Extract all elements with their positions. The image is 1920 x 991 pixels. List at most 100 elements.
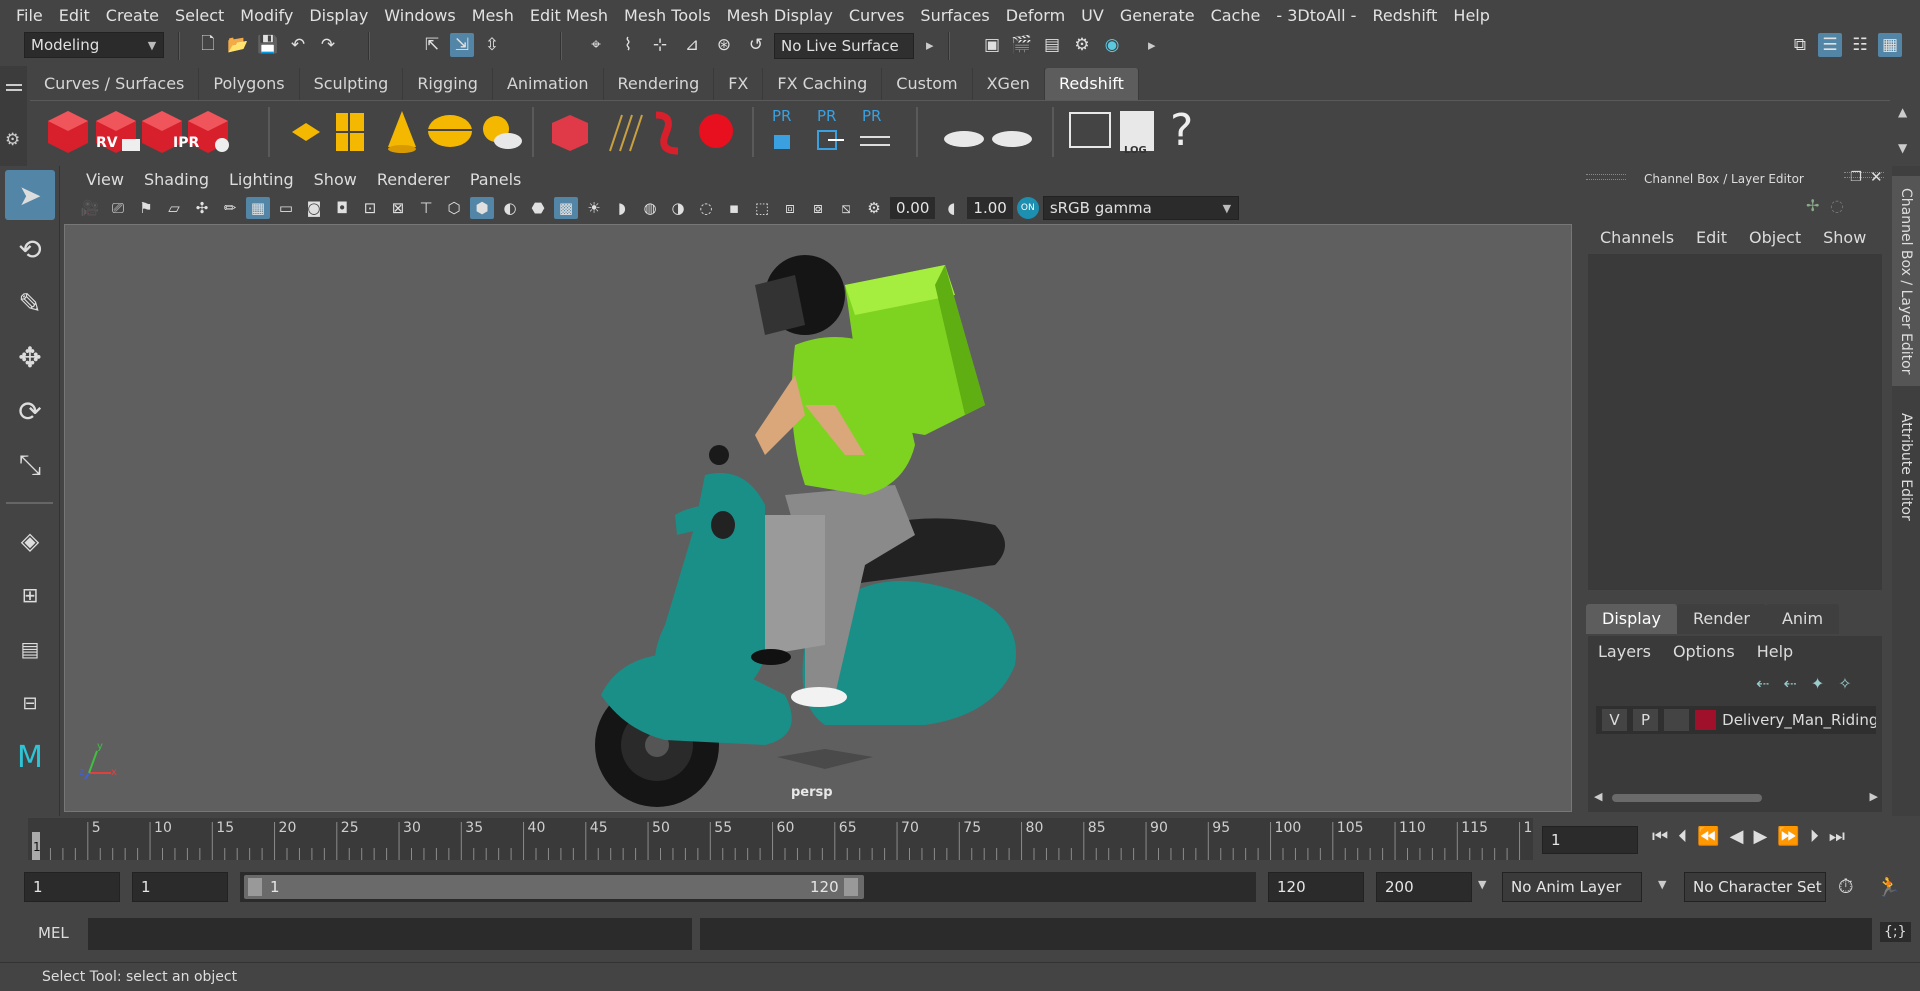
four-view-layout-icon[interactable]: ⊞ bbox=[5, 570, 55, 620]
gate-mask-icon[interactable]: ◘ bbox=[330, 197, 354, 219]
range-slider-track[interactable]: 1 120 bbox=[240, 872, 1256, 902]
depth-of-field-icon[interactable]: ▪ bbox=[722, 197, 746, 219]
tab-polygons[interactable]: Polygons bbox=[199, 68, 300, 100]
current-frame-field[interactable]: 1 bbox=[1542, 826, 1638, 854]
layer-scrollbar[interactable]: ◀ ▶ bbox=[1594, 790, 1878, 806]
animation-start-field[interactable]: 1 bbox=[24, 872, 120, 902]
menu-edit[interactable]: Edit bbox=[51, 6, 98, 25]
use-all-lights-icon[interactable]: ☀ bbox=[582, 197, 606, 219]
toggle-tool-settings-icon[interactable]: ☷ bbox=[1848, 33, 1872, 57]
tab-fx[interactable]: FX bbox=[714, 68, 764, 100]
shelf-menu-icon[interactable] bbox=[6, 84, 22, 86]
help-icon[interactable]: ? bbox=[1170, 103, 1193, 159]
snap-grid-icon[interactable]: ⌖ bbox=[584, 33, 608, 57]
perspective-viewport[interactable]: persp x y z bbox=[64, 224, 1572, 812]
gamma-icon[interactable]: ◖ bbox=[939, 197, 963, 219]
make-live-icon[interactable]: ↺ bbox=[744, 33, 768, 57]
tab-xgen[interactable]: XGen bbox=[973, 68, 1045, 100]
time-slider[interactable]: 5 10 15 20 25 30 35 40 45 50 55 60 65 70 75 80 85 90 95 100… bbox=[28, 818, 1533, 860]
layer-menu-help[interactable]: Help bbox=[1757, 642, 1793, 661]
select-object-icon[interactable]: ⇲ bbox=[450, 33, 474, 57]
menu-display[interactable]: Display bbox=[301, 6, 376, 25]
smooth-shade-icon[interactable]: ⬢ bbox=[470, 197, 494, 219]
go-to-end-icon[interactable]: ⏭ bbox=[1829, 826, 1845, 847]
viewport-menu-show[interactable]: Show bbox=[304, 170, 367, 189]
gamma-field[interactable]: 1.00 bbox=[967, 197, 1013, 219]
collapse-arrow-icon[interactable]: ▸ bbox=[926, 36, 934, 54]
layer-tab-anim[interactable]: Anim bbox=[1765, 604, 1840, 634]
menu-file[interactable]: File bbox=[8, 6, 51, 25]
redshift-volume-icon[interactable] bbox=[655, 111, 679, 155]
tab-fx-caching[interactable]: FX Caching bbox=[763, 68, 883, 100]
channel-list[interactable] bbox=[1588, 254, 1882, 590]
render-settings-icon[interactable]: ⚙ bbox=[1070, 33, 1094, 57]
redshift-hair-icon[interactable] bbox=[609, 114, 643, 152]
redshift-script-icon[interactable] bbox=[1069, 112, 1111, 148]
collapse-arrow-icon[interactable]: ▸ bbox=[1148, 36, 1156, 54]
chevron-down-icon[interactable]: ▼ bbox=[1658, 878, 1666, 891]
manipulator-icon[interactable]: ✢ bbox=[1806, 196, 1819, 215]
snap-live-icon[interactable]: ⊛ bbox=[712, 33, 736, 57]
channel-box-menu-show[interactable]: Show bbox=[1823, 228, 1866, 247]
channel-box-menu-edit[interactable]: Edit bbox=[1696, 228, 1727, 247]
menu-edit-mesh[interactable]: Edit Mesh bbox=[522, 6, 616, 25]
snap-curve-icon[interactable]: ⌇ bbox=[616, 33, 640, 57]
channel-box-menu-channels[interactable]: Channels bbox=[1600, 228, 1674, 247]
animation-end-field[interactable]: 200 bbox=[1376, 872, 1472, 902]
shadows-icon[interactable]: ◗ bbox=[610, 197, 634, 219]
xray-icon[interactable]: ⧈ bbox=[778, 197, 802, 219]
move-layer-down-icon[interactable]: ⇠ bbox=[1783, 674, 1796, 693]
tab-rigging[interactable]: Rigging bbox=[403, 68, 493, 100]
redshift-material-icon[interactable] bbox=[699, 114, 733, 148]
save-scene-icon[interactable]: 💾 bbox=[256, 33, 280, 57]
float-panel-icon[interactable]: ❐ bbox=[1850, 170, 1862, 185]
chevron-down-icon[interactable]: ▼ bbox=[1478, 878, 1486, 891]
new-empty-layer-icon[interactable]: ✦ bbox=[1811, 674, 1824, 693]
tab-sculpting[interactable]: Sculpting bbox=[300, 68, 404, 100]
toggle-modeling-toolkit-icon[interactable]: ⧉ bbox=[1788, 33, 1812, 57]
toggle-channel-box-icon[interactable]: ▦ bbox=[1878, 33, 1902, 57]
scroll-left-icon[interactable]: ◀ bbox=[1594, 790, 1602, 803]
step-forward-key-icon[interactable]: ⏩ bbox=[1777, 826, 1799, 847]
redshift-pr-export-icon[interactable] bbox=[817, 130, 844, 150]
exposure-icon[interactable]: ⚙ bbox=[862, 197, 886, 219]
tab-custom[interactable]: Custom bbox=[882, 68, 973, 100]
snap-view-plane-icon[interactable]: ⊿ bbox=[680, 33, 704, 57]
range-slider-start-handle[interactable] bbox=[248, 878, 262, 896]
command-language-label[interactable]: MEL bbox=[38, 924, 69, 942]
menu-mesh-tools[interactable]: Mesh Tools bbox=[616, 6, 719, 25]
color-management-toggle[interactable]: ON bbox=[1016, 197, 1039, 219]
tab-redshift[interactable]: Redshift bbox=[1044, 68, 1139, 100]
redshift-proxy-icon[interactable] bbox=[552, 115, 588, 151]
step-back-key-icon[interactable]: ⏪ bbox=[1697, 826, 1719, 847]
layer-tab-display[interactable]: Display bbox=[1586, 604, 1677, 634]
xray-joints-icon[interactable]: ⧅ bbox=[834, 197, 858, 219]
layer-visibility-toggle[interactable]: V bbox=[1602, 709, 1627, 731]
menu-curves[interactable]: Curves bbox=[841, 6, 913, 25]
redshift-aov-manager-icon[interactable] bbox=[944, 131, 984, 147]
redshift-spot-light-icon[interactable] bbox=[388, 111, 416, 147]
menu-redshift[interactable]: Redshift bbox=[1364, 6, 1445, 25]
wireframe-icon[interactable]: ⬡ bbox=[442, 197, 466, 219]
redshift-material-manager-icon[interactable] bbox=[992, 131, 1032, 147]
new-scene-icon[interactable]: 🗋 bbox=[196, 33, 220, 57]
anim-layer-field[interactable]: No Anim Layer bbox=[1502, 872, 1642, 902]
go-to-start-icon[interactable]: ⏮ bbox=[1652, 826, 1668, 847]
tab-curves-surfaces[interactable]: Curves / Surfaces bbox=[30, 68, 200, 100]
camera-attributes-icon[interactable]: ⎚ bbox=[106, 197, 130, 219]
select-component-icon[interactable]: ⇳ bbox=[480, 33, 504, 57]
snap-point-icon[interactable]: ⊹ bbox=[648, 33, 672, 57]
layer-color-swatch[interactable] bbox=[1695, 710, 1717, 730]
move-tool-icon[interactable]: ✥ bbox=[5, 332, 55, 382]
layer-name[interactable]: Delivery_Man_Riding_S bbox=[1722, 711, 1876, 729]
select-tool-icon[interactable]: ➤ bbox=[5, 170, 55, 220]
open-scene-icon[interactable]: 📂 bbox=[226, 33, 250, 57]
move-layer-up-icon[interactable]: ⇠ bbox=[1756, 674, 1769, 693]
channel-key-icon[interactable]: ◌ bbox=[1830, 196, 1844, 215]
toggle-attribute-editor-icon[interactable]: ☰ bbox=[1818, 33, 1842, 57]
film-gate-icon[interactable]: ▭ bbox=[274, 197, 298, 219]
menu-generate[interactable]: Generate bbox=[1112, 6, 1203, 25]
redo-icon[interactable]: ↷ bbox=[316, 33, 340, 57]
scale-tool-icon[interactable]: ⤡ bbox=[5, 440, 55, 490]
resolution-gate-icon[interactable]: ◙ bbox=[302, 197, 326, 219]
